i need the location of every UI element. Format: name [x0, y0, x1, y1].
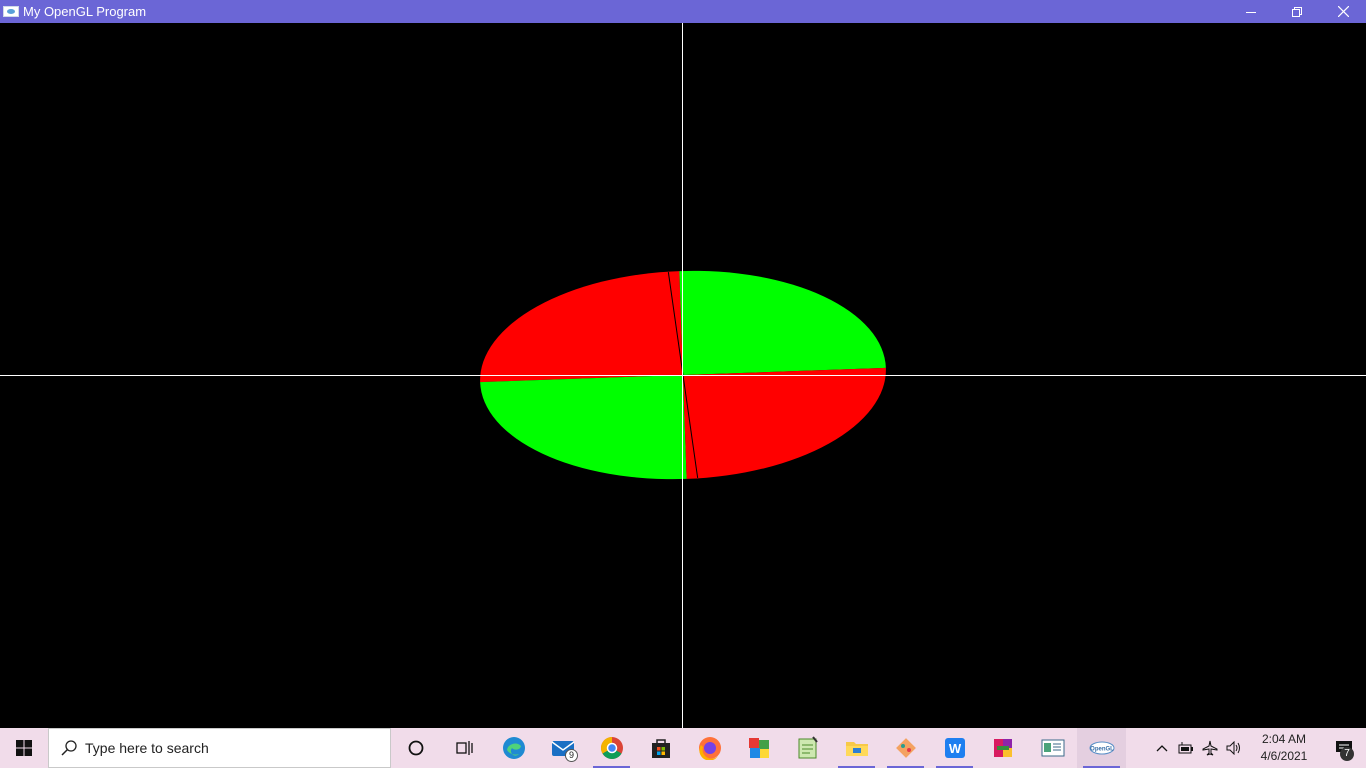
colorful-squares-icon — [748, 738, 769, 758]
cortana-button[interactable] — [391, 728, 440, 768]
close-icon — [1337, 6, 1349, 17]
restore-icon — [1292, 6, 1302, 17]
opengl-app-icon — [3, 6, 19, 17]
airplane-mode-button[interactable] — [1198, 728, 1222, 768]
taskbar-app-file-explorer[interactable] — [832, 728, 881, 768]
minimize-icon — [1246, 11, 1256, 13]
ellipse-quadrant-top-right — [679, 270, 886, 375]
notification-count-badge: 7 — [1340, 747, 1354, 761]
svg-text:OpenGL: OpenGL — [1090, 747, 1114, 753]
volume-icon — [1226, 741, 1240, 755]
taskbar-app-wps[interactable]: W — [930, 728, 979, 768]
taskbar-app-window[interactable] — [1028, 728, 1077, 768]
volume-button[interactable] — [1222, 728, 1246, 768]
taskbar-search-box[interactable]: Type here to search — [48, 728, 391, 768]
battery-button[interactable] — [1174, 728, 1198, 768]
taskbar-app-mail[interactable]: 9 — [538, 728, 587, 768]
search-icon — [61, 740, 77, 756]
ellipse-quadrant-bottom-right — [683, 367, 886, 479]
app-window-icon — [1041, 739, 1064, 757]
ellipse-quadrant-top-left — [480, 271, 683, 383]
taskbar-app-opengl[interactable]: OpenGL — [1077, 728, 1126, 768]
firefox-icon — [698, 737, 721, 760]
mail-badge: 9 — [565, 749, 578, 762]
folder-icon — [845, 742, 868, 756]
start-button[interactable] — [0, 728, 48, 768]
taskbar-clock[interactable]: 2:04 AM 4/6/2021 — [1246, 728, 1322, 768]
taskbar-app-winrar[interactable] — [979, 728, 1028, 768]
window-title: My OpenGL Program — [23, 4, 147, 19]
chrome-icon — [600, 737, 623, 759]
search-placeholder: Type here to search — [85, 740, 209, 756]
taskbar-app-chrome[interactable] — [587, 728, 636, 768]
taskbar-app-notepad[interactable] — [783, 728, 832, 768]
store-icon — [651, 739, 670, 758]
git-icon — [895, 738, 916, 758]
notepad-icon — [798, 736, 818, 759]
taskbar-app-firefox[interactable] — [685, 728, 734, 768]
taskbar-app-git[interactable] — [881, 728, 930, 768]
window-controls — [1228, 0, 1366, 23]
title-bar: My OpenGL Program — [0, 0, 1366, 23]
ellipse-quadrant-bottom-left — [480, 375, 687, 480]
taskbar-app-store[interactable] — [636, 728, 685, 768]
airplane-icon — [1202, 740, 1218, 756]
minimize-button[interactable] — [1228, 0, 1274, 23]
winrar-icon — [993, 739, 1012, 757]
show-hidden-icons-button[interactable] — [1150, 728, 1174, 768]
windows-logo-icon — [16, 740, 32, 756]
opengl-canvas[interactable] — [0, 23, 1366, 728]
scene-svg — [0, 23, 1366, 728]
action-center-button[interactable]: 7 — [1322, 728, 1366, 768]
taskbar-app-edge[interactable] — [489, 728, 538, 768]
opengl-icon: OpenGL — [1089, 741, 1114, 755]
close-button[interactable] — [1320, 0, 1366, 23]
system-tray: 2:04 AM 4/6/2021 7 — [1150, 728, 1366, 768]
clock-date: 4/6/2021 — [1260, 749, 1308, 763]
battery-icon — [1178, 742, 1193, 754]
svg-text:W: W — [948, 741, 961, 756]
wps-icon: W — [944, 738, 965, 758]
edge-icon — [502, 737, 525, 759]
cortana-circle-icon — [408, 740, 423, 756]
taskbar-app-colorful[interactable] — [734, 728, 783, 768]
clock-time: 2:04 AM — [1261, 732, 1307, 746]
taskbar: Type here to search 9 W OpenGL 2:04 AM 4… — [0, 728, 1366, 768]
chevron-up-icon — [1156, 745, 1168, 752]
task-view-button[interactable] — [440, 728, 489, 768]
restore-button[interactable] — [1274, 0, 1320, 23]
task-view-icon — [455, 741, 473, 755]
